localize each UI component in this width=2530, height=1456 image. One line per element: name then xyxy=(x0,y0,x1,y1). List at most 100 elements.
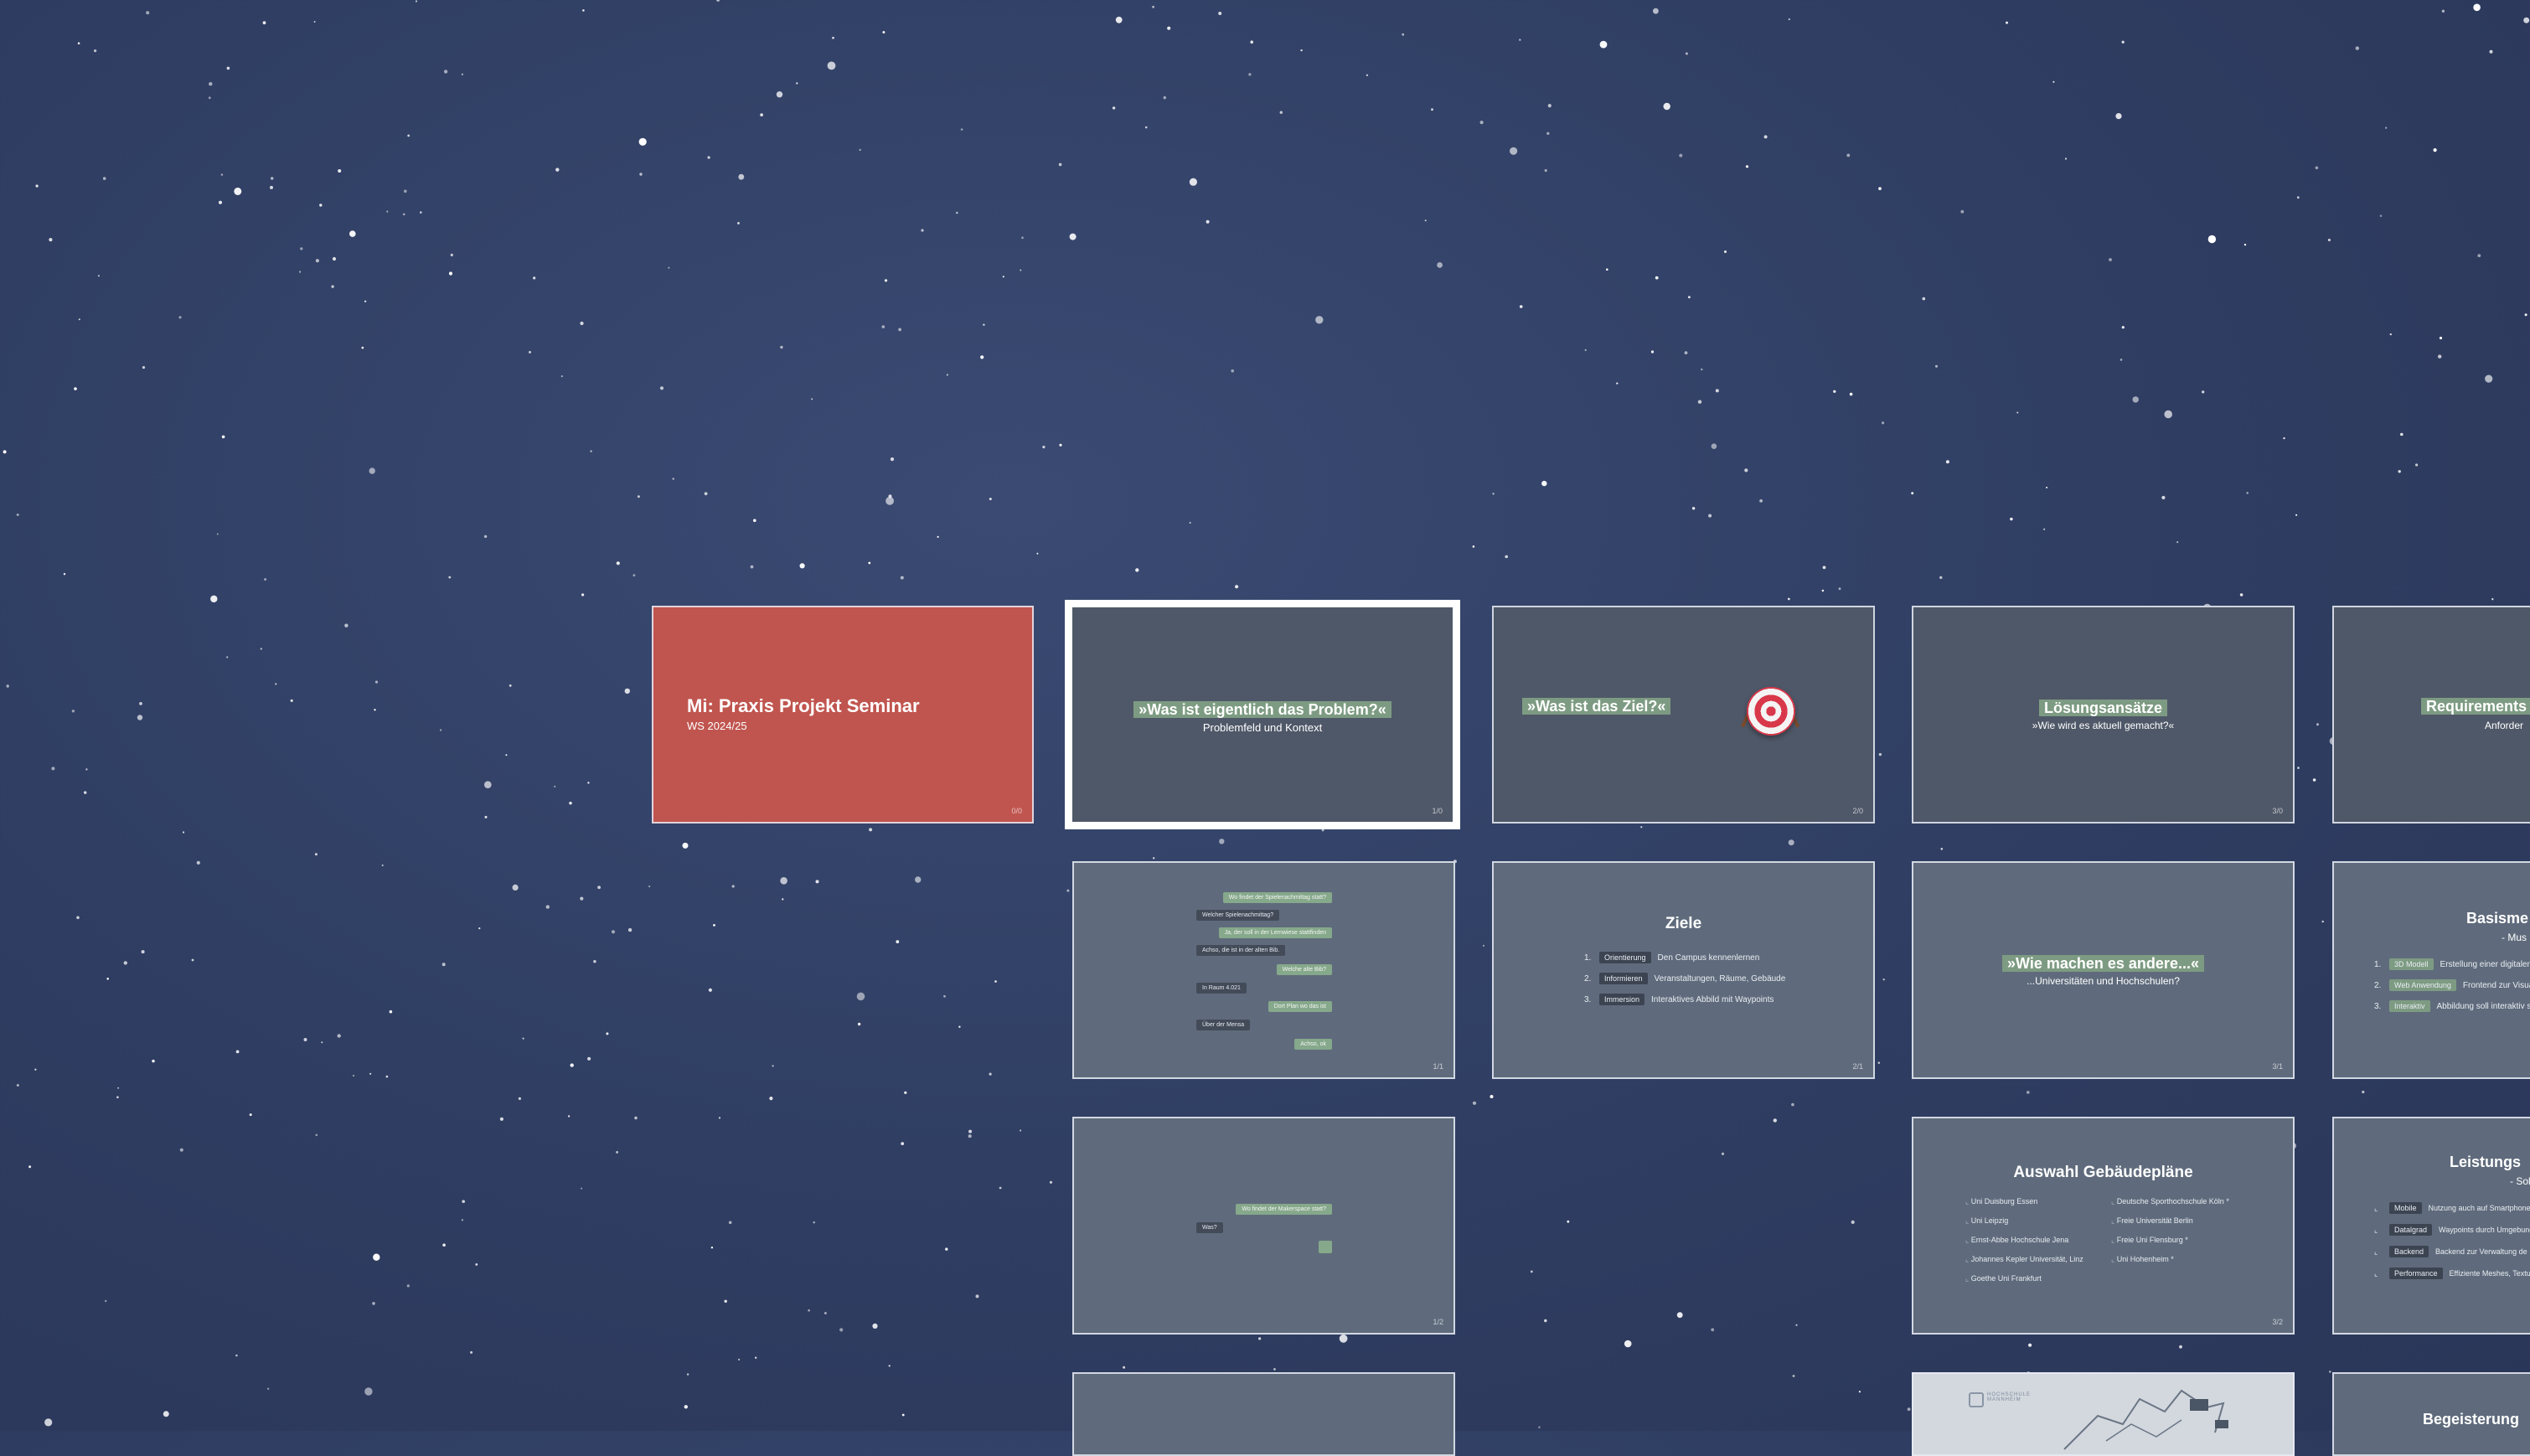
star xyxy=(35,184,39,188)
chat-message: Über der Mensa xyxy=(1196,1020,1251,1030)
slide-chat-1[interactable]: Wo findet der Spielenachmittag statt? We… xyxy=(1072,861,1455,1079)
star xyxy=(1541,480,1547,487)
slide-ziele-heading: Ziele xyxy=(1665,915,1702,932)
slide-ziel[interactable]: »Was ist das Ziel?« 2/0 xyxy=(1492,606,1875,824)
star xyxy=(1431,108,1433,111)
target-icon xyxy=(1747,687,1795,736)
star xyxy=(533,276,536,280)
star xyxy=(321,1041,323,1044)
star xyxy=(275,683,277,685)
star xyxy=(1519,39,1521,41)
star xyxy=(105,1299,107,1303)
slide-basis[interactable]: Basisme - Mus 1. 3D Modell Erstellung eine… xyxy=(2332,861,2530,1079)
list-item: 3. Immersion Interaktives Abbild mit Waypo… xyxy=(1584,994,1774,1005)
star xyxy=(960,128,963,131)
list-item: ⌞ Performance Effiziente Meshes, Textu xyxy=(2374,1268,2530,1279)
star xyxy=(1721,1152,1725,1155)
slide-number: 3/2 xyxy=(2272,1318,2283,1326)
star xyxy=(6,684,9,688)
star xyxy=(1960,209,1965,214)
star xyxy=(1567,1220,1570,1223)
star xyxy=(179,1148,183,1152)
star xyxy=(264,578,267,581)
star xyxy=(896,940,900,943)
star xyxy=(1544,168,1547,173)
star xyxy=(597,885,601,890)
star xyxy=(1115,16,1123,23)
star xyxy=(587,1056,591,1061)
slide-ziele[interactable]: Ziele 1. Orientierung Den Campus kennenler… xyxy=(1492,861,1875,1079)
star xyxy=(1036,552,1039,555)
star xyxy=(443,70,448,74)
star xyxy=(872,1323,878,1329)
slide-title[interactable]: Mi: Praxis Projekt Seminar WS 2024/25 0/… xyxy=(652,606,1034,824)
star xyxy=(1882,978,1885,981)
star xyxy=(945,1247,948,1251)
star xyxy=(780,877,787,885)
star xyxy=(1788,839,1794,846)
star xyxy=(2121,40,2125,44)
star xyxy=(1584,349,1587,351)
star xyxy=(1547,104,1552,108)
star xyxy=(1059,443,1062,447)
star xyxy=(2321,920,2324,923)
slide-number: 3/0 xyxy=(2272,807,2283,815)
star xyxy=(968,1134,972,1138)
star xyxy=(483,534,488,539)
star xyxy=(1135,568,1139,572)
star xyxy=(728,1221,732,1225)
star xyxy=(888,1365,891,1367)
slide-basis-heading: Basisme xyxy=(2466,910,2529,927)
slide-title-heading: Mi: Praxis Projekt Seminar xyxy=(687,695,920,716)
star xyxy=(2491,598,2494,601)
slide-chat-2[interactable]: Wo findet der Makerspace statt? Was? 1/2 xyxy=(1072,1117,1455,1335)
star xyxy=(1822,565,1826,570)
star xyxy=(315,1133,318,1137)
star xyxy=(2179,1345,2182,1349)
slide-loesung[interactable]: Lösungsansätze »Wie wird es aktuell gema… xyxy=(1912,606,2295,824)
star xyxy=(624,688,630,694)
star xyxy=(303,1038,307,1041)
star xyxy=(441,963,446,967)
star xyxy=(2524,313,2527,317)
star xyxy=(581,1187,583,1190)
star xyxy=(570,1063,574,1067)
star xyxy=(1821,589,1825,592)
star xyxy=(2006,21,2008,24)
slide-problem[interactable]: »Was ist eigentlich das Problem?« Proble… xyxy=(1065,600,1460,829)
star xyxy=(314,853,318,856)
slide-requirements[interactable]: Requirements Anforder xyxy=(2332,606,2530,824)
star xyxy=(708,988,713,992)
star xyxy=(1688,296,1691,299)
star xyxy=(499,1117,504,1121)
star xyxy=(2243,243,2247,246)
slide-map[interactable]: HOCHSCHULE MANNHEIM xyxy=(1912,1372,2295,1456)
star xyxy=(901,1142,905,1145)
slide-andere[interactable]: »Wie machen es andere...« ...Universität… xyxy=(1912,861,2295,1079)
chat-message: In Raum 4.021 xyxy=(1196,983,1247,994)
star xyxy=(1833,390,1836,393)
star xyxy=(1437,262,1443,268)
star xyxy=(898,328,901,332)
slide-requirements-heading: Requirements xyxy=(2421,698,2530,715)
chat-typing xyxy=(1319,1241,1332,1253)
star xyxy=(2043,528,2046,530)
star xyxy=(1650,350,1655,354)
slide-row3-a[interactable] xyxy=(1072,1372,1455,1456)
slide-gebaeude[interactable]: Auswahl Gebäudepläne Uni Duisburg Essen … xyxy=(1912,1117,2295,1335)
star xyxy=(627,927,632,932)
star xyxy=(1939,576,1943,580)
star xyxy=(448,576,452,579)
star xyxy=(442,1243,446,1247)
star xyxy=(2433,148,2437,152)
star xyxy=(300,247,303,250)
star xyxy=(1152,5,1154,8)
star xyxy=(668,266,670,269)
star xyxy=(915,876,922,883)
list-item: ⌞ Mobile Nutzung auch auf Smartphone xyxy=(2374,1202,2530,1214)
star xyxy=(815,880,819,884)
slide-leistung[interactable]: Leistungs - Sol ⌞ Mobile Nutzung auch auf … xyxy=(2332,1117,2530,1335)
star xyxy=(266,1387,270,1391)
slide-begeisterung[interactable]: Begeisterung xyxy=(2332,1372,2530,1456)
star xyxy=(522,1037,524,1040)
